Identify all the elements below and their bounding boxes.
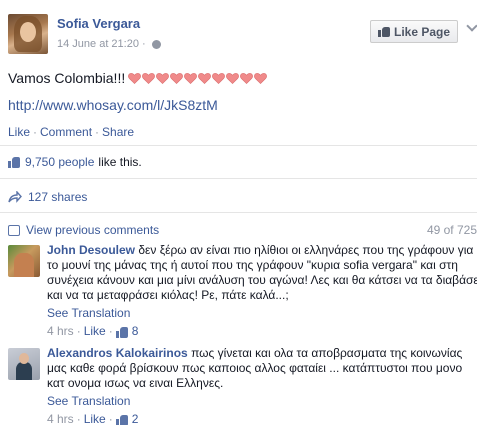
shares-summary: 127 shares	[8, 190, 87, 204]
post-header: Sofia Vergara 14 June at 21:20 · Like Pa…	[0, 0, 477, 62]
comment-text-line: συνέχεια κάνουν και μια μίνι ανάλυση του…	[47, 273, 477, 287]
share-arrow-icon	[8, 191, 22, 203]
heart-icon	[170, 72, 184, 85]
see-translation-link[interactable]: See Translation	[47, 306, 477, 321]
comment-action[interactable]: Comment	[40, 125, 92, 139]
view-previous-row: View previous comments 49 of 725	[8, 223, 477, 237]
comment-bubble-icon	[8, 224, 20, 236]
divider	[0, 145, 477, 146]
comment-like-count[interactable]: 8	[132, 324, 139, 339]
divider	[0, 212, 477, 213]
heart-icon	[142, 72, 156, 85]
chevron-down-icon[interactable]	[466, 20, 477, 32]
author-avatar[interactable]	[8, 14, 48, 54]
post-meta: 14 June at 21:20 ·	[57, 38, 161, 50]
comment-text-line: πως γίνεται και ολα τα αποβρασματα της κ…	[191, 346, 463, 360]
comment-footer: 4 hrs · Like · 8	[47, 324, 139, 339]
comment-like-button[interactable]: Like	[84, 412, 106, 425]
comment-author[interactable]: Alexandros Kalokairinos	[47, 346, 188, 360]
heart-icon	[198, 72, 212, 85]
comment-like-button[interactable]: Like	[84, 324, 106, 339]
comment-text-line: κατ ονομα ισως να ειναι Ελληνες.	[47, 376, 224, 390]
likes-suffix: like this.	[98, 155, 142, 169]
globe-icon	[151, 39, 161, 49]
comment-time[interactable]: 4 hrs	[47, 324, 74, 339]
comment-body: Alexandros Kalokairinos πως γίνεται και …	[47, 346, 477, 425]
comment-text-line: και να τα μεταφράσει κιόλας! Ρε, πάτε κα…	[47, 288, 289, 302]
post-text: Vamos Colombia!!!	[8, 70, 268, 86]
see-translation-link[interactable]: See Translation	[47, 394, 477, 409]
like-page-label: Like Page	[393, 24, 451, 39]
post-actions: Like · Comment · Share	[8, 125, 135, 139]
heart-icon	[240, 72, 254, 85]
heart-icon	[128, 72, 142, 85]
heart-icon	[226, 72, 240, 85]
heart-icon	[184, 72, 198, 85]
comment-time[interactable]: 4 hrs	[47, 412, 74, 425]
comment-count: 49 of 725	[426, 223, 477, 237]
like-action[interactable]: Like	[8, 125, 30, 139]
author-name[interactable]: Sofia Vergara	[57, 16, 140, 31]
post-timestamp[interactable]: 14 June at 21:20 ·	[57, 38, 146, 50]
comment-text-line: το μουνί της μάνας της ή αυτοί που της γ…	[47, 258, 458, 272]
heart-icon	[212, 72, 226, 85]
comment-author[interactable]: John Desoulew	[47, 243, 135, 257]
likes-count-link[interactable]: 9,750 people	[25, 155, 94, 169]
like-page-button[interactable]: Like Page	[370, 20, 458, 43]
shares-count-link[interactable]: 127 shares	[28, 190, 87, 204]
thumbs-up-icon	[115, 326, 129, 338]
view-previous-comments-link[interactable]: View previous comments	[26, 223, 159, 237]
comment-body: John Desoulew δεν ξέρω αν είναι πιο ηλίθ…	[47, 243, 477, 339]
comment-item: John Desoulew δεν ξέρω αν είναι πιο ηλίθ…	[8, 243, 477, 339]
post-message: Vamos Colombia!!!	[8, 70, 126, 86]
post-link[interactable]: http://www.whosay.com/l/JkS8ztM	[8, 97, 218, 113]
comment-footer: 4 hrs · Like · 2	[47, 412, 139, 425]
heart-icon	[156, 72, 170, 85]
divider	[0, 178, 477, 179]
comment-like-count[interactable]: 2	[132, 412, 139, 425]
likes-summary: 9,750 people like this.	[8, 155, 142, 169]
share-action[interactable]: Share	[102, 125, 134, 139]
comment-text-line: μας καθε φορά βρίσκουν πως καποιος αλλος…	[47, 361, 463, 375]
thumbs-up-icon	[377, 26, 390, 37]
commenter-avatar[interactable]	[8, 245, 40, 277]
thumbs-up-icon	[115, 414, 129, 425]
comment-item: Alexandros Kalokairinos πως γίνεται και …	[8, 346, 477, 425]
heart-icon	[254, 72, 268, 85]
hearts-emoji-row	[128, 72, 268, 85]
thumbs-up-icon	[8, 156, 21, 168]
commenter-avatar[interactable]	[8, 348, 40, 380]
comment-text-line: δεν ξέρω αν είναι πιο ηλίθιοι οι ελληνάρ…	[138, 243, 474, 257]
